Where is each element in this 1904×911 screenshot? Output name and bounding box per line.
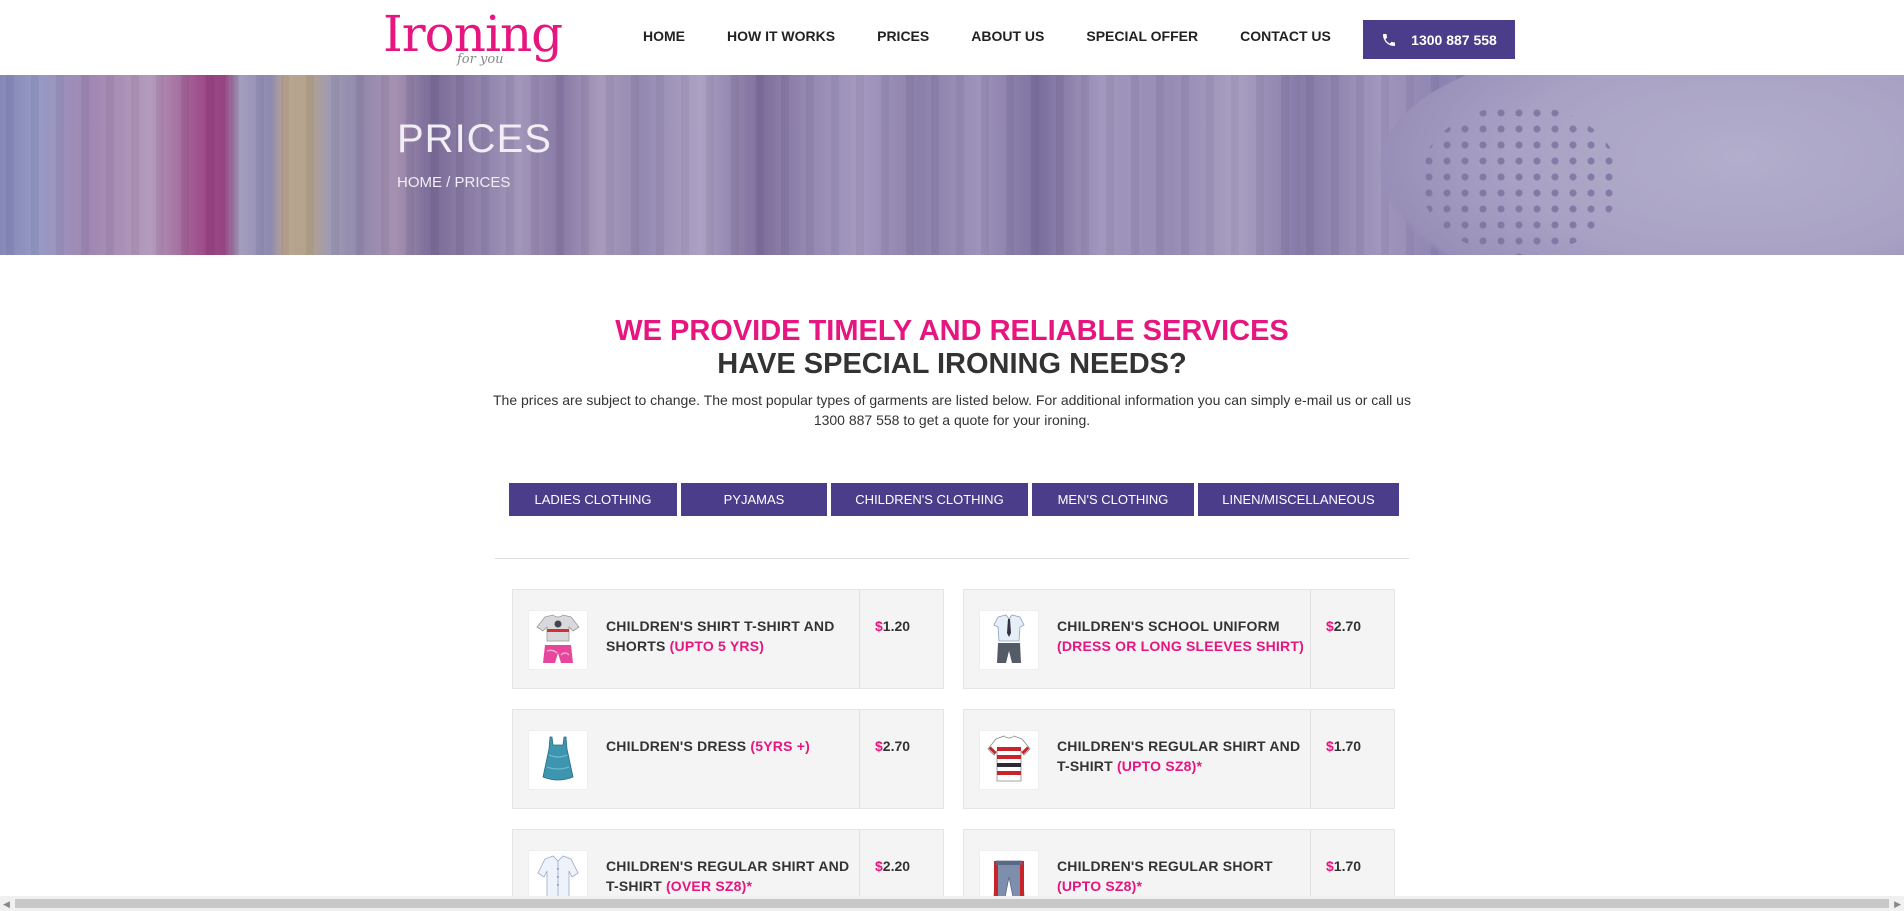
- intro-title: WE PROVIDE TIMELY AND RELIABLE SERVICES: [615, 315, 1289, 347]
- item-note: (UPTO SZ8)*: [1116, 758, 1203, 774]
- phone-number: 1300 887 558: [1411, 31, 1497, 48]
- nav-prices[interactable]: PRICES: [877, 28, 929, 44]
- scroll-left-arrow-icon[interactable]: ◀: [3, 899, 10, 910]
- card-separator: [859, 710, 860, 808]
- banner-overlay: [0, 75, 1904, 255]
- item-price: $2.70: [1326, 618, 1362, 634]
- intro-subtitle: HAVE SPECIAL IRONING NEEDS?: [717, 348, 1187, 380]
- price-card: CHILDREN'S SHIRT T-SHIRT AND SHORTS (UPT…: [512, 589, 944, 689]
- item-price: $1.70: [1326, 738, 1362, 754]
- item-name: CHILDREN'S SCHOOL UNIFORM (DRESS OR LONG…: [1057, 618, 1304, 654]
- tab-pyjamas[interactable]: PYJAMAS: [681, 483, 827, 516]
- tab-linen-miscellaneous[interactable]: LINEN/MISCELLANEOUS: [1198, 483, 1399, 516]
- intro-text-line1: The prices are subject to change. The mo…: [493, 392, 1411, 408]
- card-separator: [1310, 590, 1311, 688]
- item-name: CHILDREN'S REGULAR SHIRT AND T-SHIRT (OV…: [606, 858, 850, 894]
- nav-contact-us[interactable]: CONTACT US: [1240, 28, 1331, 44]
- garment-thumbnail: [528, 730, 588, 790]
- item-name: CHILDREN'S SHIRT T-SHIRT AND SHORTS (UPT…: [606, 618, 835, 654]
- school-uniform-icon: [993, 614, 1025, 663]
- item-note: (OVER SZ8)*: [665, 878, 753, 894]
- intro-text: The prices are subject to change. The mo…: [487, 390, 1417, 430]
- logo-tagline: for you: [457, 52, 504, 67]
- breadcrumb: HOME / PRICES: [397, 174, 511, 191]
- item-price: $2.20: [875, 858, 911, 874]
- item-note: (DRESS OR LONG SLEEVES SHIRT): [1057, 638, 1304, 654]
- item-note: (5YRS +): [750, 738, 810, 754]
- item-name: CHILDREN'S REGULAR SHIRT AND T-SHIRT (UP…: [1057, 738, 1301, 774]
- phone-icon: [1383, 33, 1396, 46]
- item-note: (UPTO 5 YRS): [669, 638, 765, 654]
- price-card: CHILDREN'S DRESS (5YRS +) $2.70: [512, 709, 944, 809]
- kids-dress-icon: [542, 736, 574, 781]
- item-price: $1.20: [875, 618, 911, 634]
- garment-thumbnail: [979, 610, 1039, 670]
- page-banner: PRICES HOME / PRICES: [0, 75, 1904, 255]
- nav-how-it-works[interactable]: HOW IT WORKS: [727, 28, 835, 44]
- card-separator: [1310, 710, 1311, 808]
- tab-childrens-clothing[interactable]: CHILDREN'S CLOTHING: [831, 483, 1028, 516]
- garment-thumbnail: [979, 730, 1039, 790]
- garment-thumbnail: [528, 610, 588, 670]
- nav-special-offer[interactable]: SPECIAL OFFER: [1086, 28, 1198, 44]
- nav-home[interactable]: HOME: [643, 28, 685, 44]
- scrollbar-thumb[interactable]: [15, 899, 1889, 908]
- nav-about-us[interactable]: ABOUT US: [971, 28, 1044, 44]
- kids-tshirt-shorts-icon: [536, 614, 580, 663]
- intro-text-line2: 1300 887 558 to get a quote for your iro…: [813, 412, 1091, 428]
- section-divider: [495, 558, 1409, 559]
- page-title: PRICES: [397, 117, 552, 161]
- striped-shirt-icon: [987, 735, 1031, 782]
- tab-mens-clothing[interactable]: MEN'S CLOTHING: [1032, 483, 1194, 516]
- card-separator: [859, 590, 860, 688]
- price-card: CHILDREN'S REGULAR SHIRT AND T-SHIRT (UP…: [963, 709, 1395, 809]
- item-price: $1.70: [1326, 858, 1362, 874]
- price-card: CHILDREN'S SCHOOL UNIFORM (DRESS OR LONG…: [963, 589, 1395, 689]
- item-price: $2.70: [875, 738, 911, 754]
- item-name: CHILDREN'S DRESS (5YRS +): [606, 738, 810, 754]
- site-header: Ironing for you HOME HOW IT WORKS PRICES…: [0, 0, 1904, 75]
- tab-ladies-clothing[interactable]: LADIES CLOTHING: [509, 483, 677, 516]
- site-logo[interactable]: Ironing for you: [383, 6, 563, 72]
- item-name: CHILDREN'S REGULAR SHORT (UPTO SZ8)*: [1057, 858, 1273, 894]
- phone-call-button[interactable]: 1300 887 558: [1363, 20, 1515, 59]
- main-nav: HOME HOW IT WORKS PRICES ABOUT US SPECIA…: [643, 28, 1331, 44]
- item-note: (UPTO SZ8)*: [1057, 878, 1143, 894]
- horizontal-scrollbar[interactable]: ◀ ▶: [0, 896, 1904, 911]
- scroll-right-arrow-icon[interactable]: ▶: [1894, 899, 1901, 910]
